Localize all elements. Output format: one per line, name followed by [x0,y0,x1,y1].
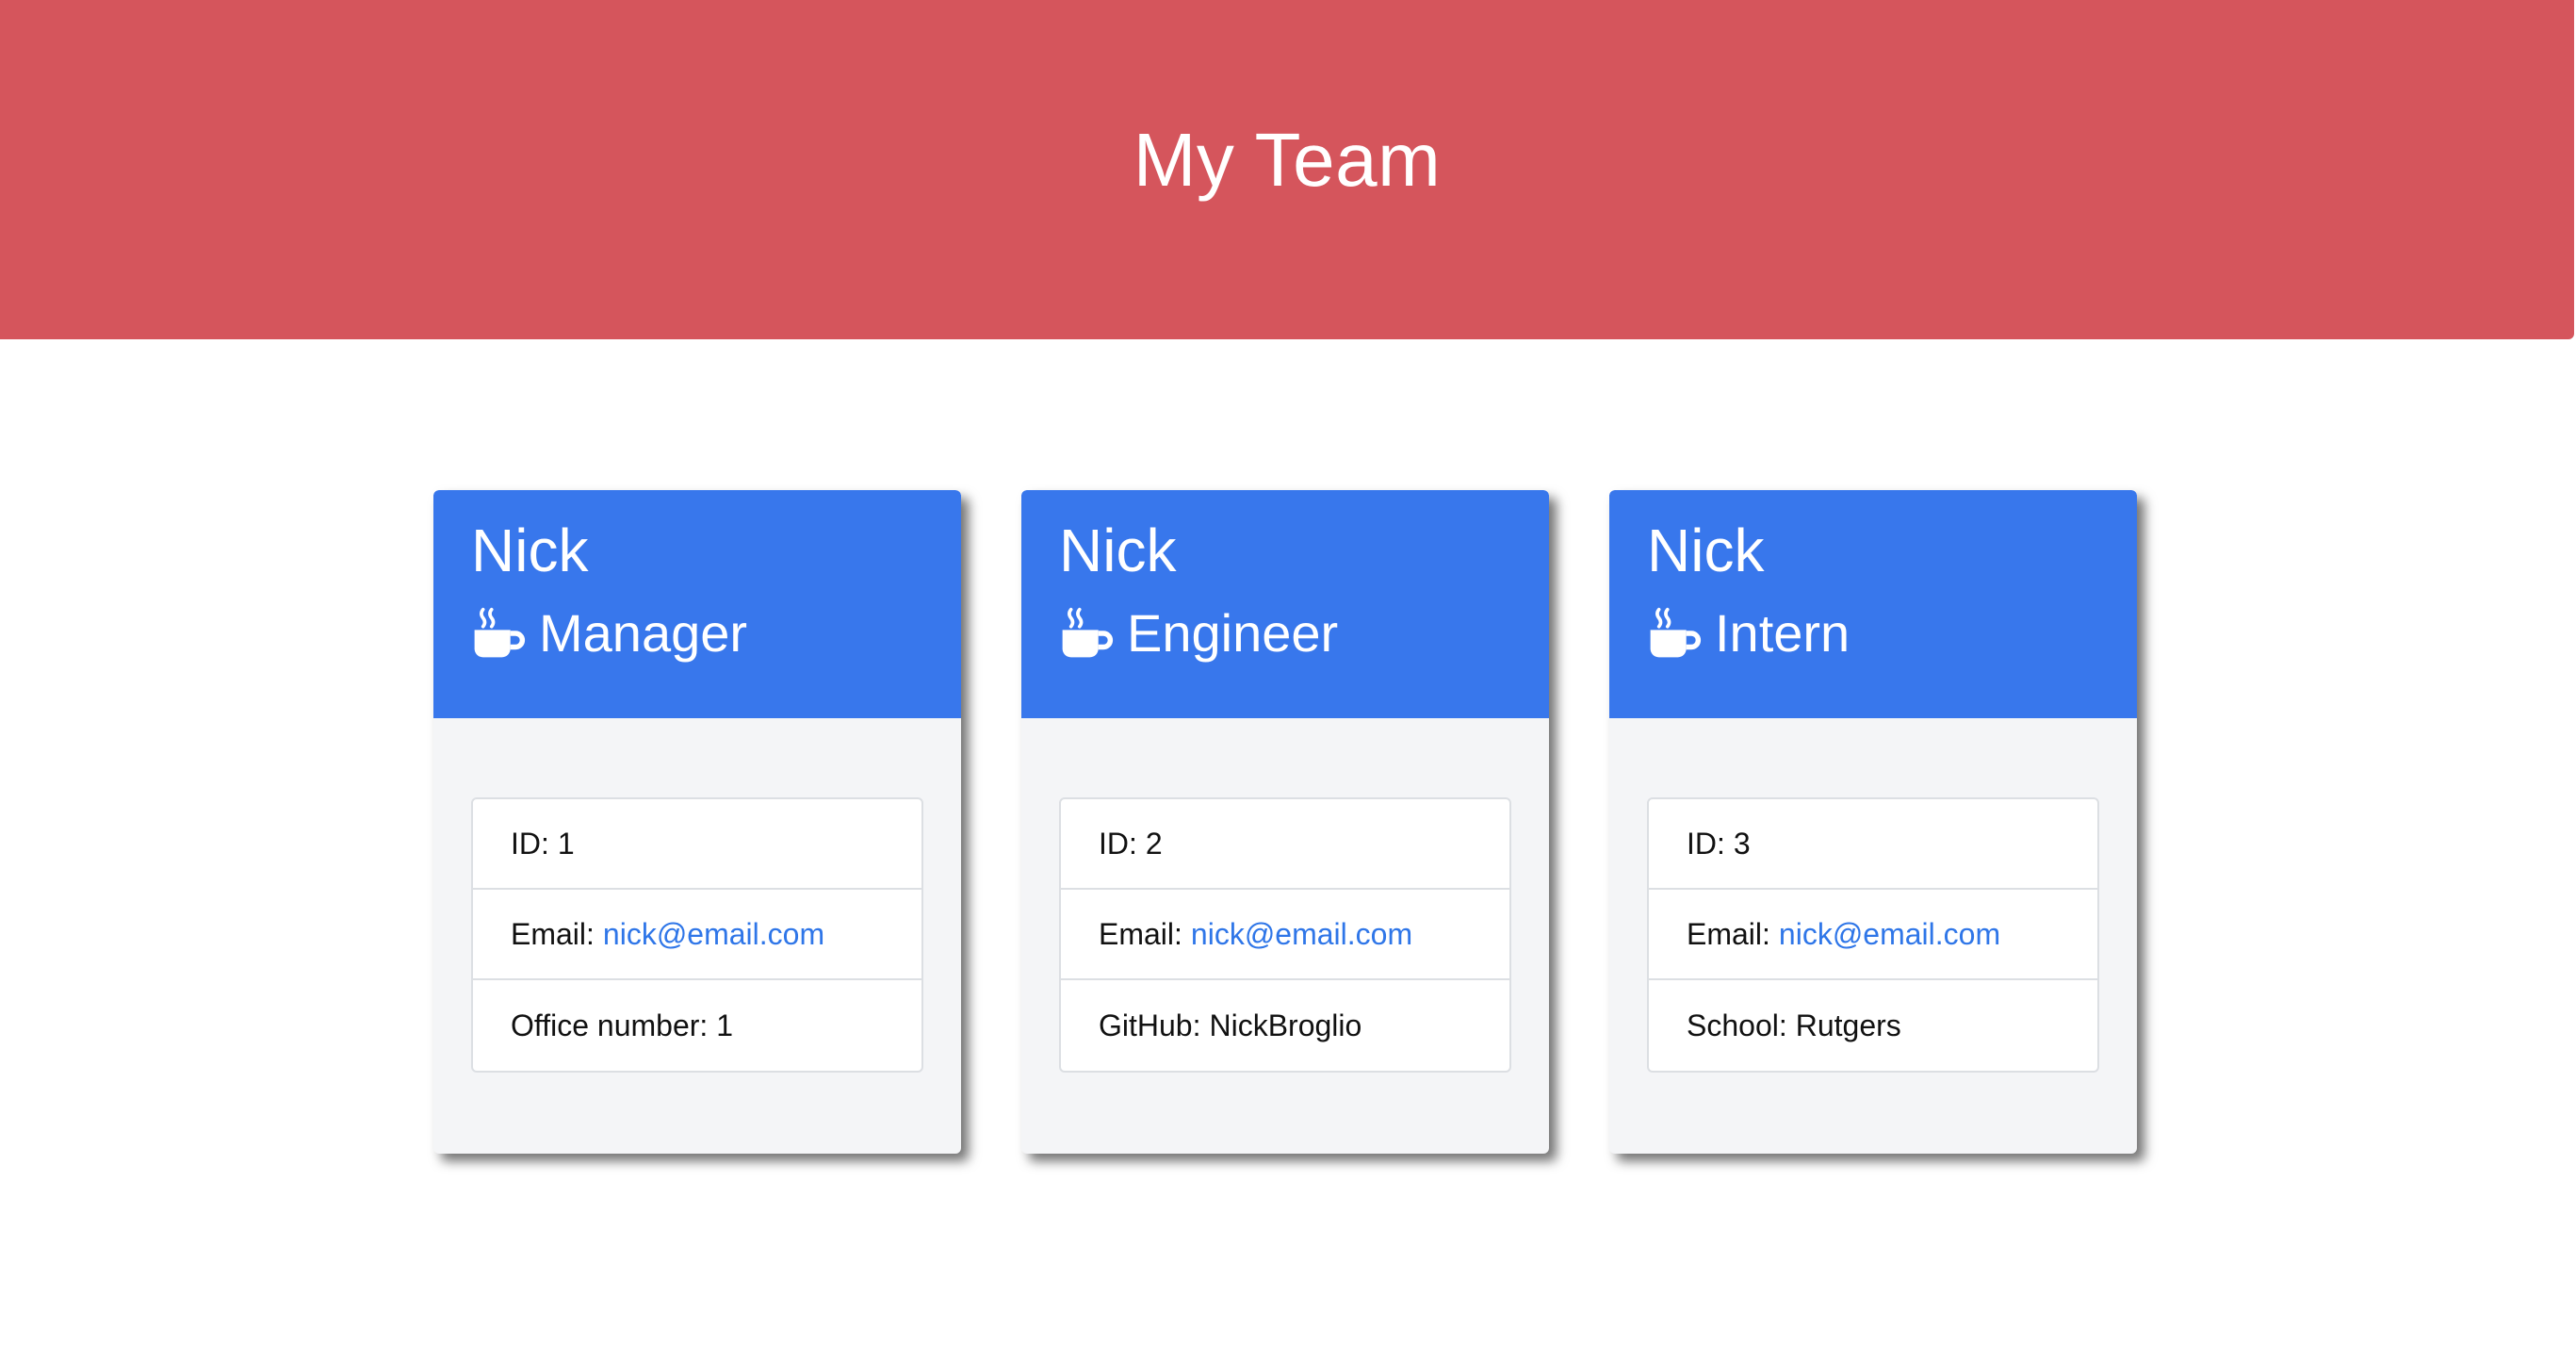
page-header: My Team [0,0,2574,339]
school-row: School: Rutgers [1649,980,2097,1071]
email-link[interactable]: nick@email.com [603,917,824,952]
card-body: ID: 3 Email: nick@email.com School: Rutg… [1609,718,2137,1073]
employee-role: Engineer [1059,603,1511,664]
id-value: 3 [1733,826,1751,861]
employee-name: Nick [471,517,589,584]
employee-card-manager: Nick Manager ID: 1 Email: nick@email.com… [433,490,961,1154]
coffee-mug-icon [1062,607,1114,658]
email-link[interactable]: nick@email.com [1779,917,2000,952]
details-list: ID: 1 Email: nick@email.com Office numbe… [471,797,923,1073]
office-number-value: 1 [716,1008,734,1042]
email-label: Email: [511,916,595,951]
github-row: GitHub: NickBroglio [1061,980,1509,1071]
employee-role: Intern [1647,603,2099,664]
id-row: ID: 1 [473,799,921,890]
id-row: ID: 2 [1061,799,1509,890]
github-value: NickBroglio [1209,1008,1362,1042]
team-cards: Nick Manager ID: 1 Email: nick@email.com… [433,490,2137,1154]
card-body: ID: 2 Email: nick@email.com GitHub: Nick… [1021,718,1549,1073]
id-label: ID: [511,826,549,861]
details-list: ID: 3 Email: nick@email.com School: Rutg… [1647,797,2099,1073]
office-number-label: Office number: [511,1008,709,1042]
role-label: Engineer [1127,603,1339,663]
email-label: Email: [1099,916,1182,951]
employee-card-engineer: Nick Engineer ID: 2 Email: nick@email.co… [1021,490,1549,1154]
card-body: ID: 1 Email: nick@email.com Office numbe… [433,718,961,1073]
school-value: Rutgers [1795,1008,1901,1042]
details-list: ID: 2 Email: nick@email.com GitHub: Nick… [1059,797,1511,1073]
card-header: Nick Engineer [1021,490,1549,718]
card-header: Nick Manager [433,490,961,718]
coffee-mug-icon [1650,607,1702,658]
role-label: Manager [539,603,748,663]
github-label: GitHub: [1099,1008,1201,1042]
email-row: Email: nick@email.com [473,890,921,980]
email-row: Email: nick@email.com [1649,890,2097,980]
id-value: 1 [557,826,575,861]
role-label: Intern [1715,603,1850,663]
id-label: ID: [1099,826,1137,861]
employee-role: Manager [471,603,923,664]
email-link[interactable]: nick@email.com [1191,917,1412,952]
id-label: ID: [1687,826,1725,861]
school-label: School: [1687,1008,1787,1042]
email-row: Email: nick@email.com [1061,890,1509,980]
id-row: ID: 3 [1649,799,2097,890]
office-number-row: Office number: 1 [473,980,921,1071]
card-header: Nick Intern [1609,490,2137,718]
page-title: My Team [1133,118,1442,202]
email-label: Email: [1687,916,1770,951]
employee-name: Nick [1647,517,1765,584]
employee-card-intern: Nick Intern ID: 3 Email: nick@email.com … [1609,490,2137,1154]
employee-name: Nick [1059,517,1177,584]
id-value: 2 [1145,826,1163,861]
coffee-mug-icon [474,607,526,658]
